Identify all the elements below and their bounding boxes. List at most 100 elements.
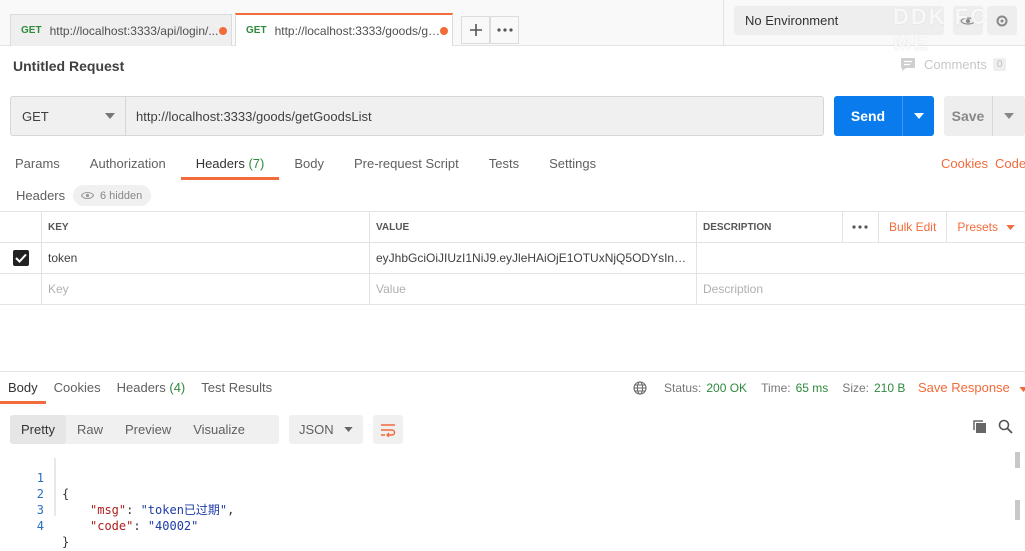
format-select[interactable]: JSON	[289, 415, 363, 444]
column-options-button[interactable]	[841, 212, 878, 242]
header-description-cell[interactable]	[696, 243, 1025, 273]
more-dots-icon	[852, 225, 869, 229]
table-row: token eyJhbGciOiJIUzI1NiJ9.eyJleHAiOjE1O…	[0, 243, 1025, 274]
format-label: JSON	[299, 422, 334, 437]
bulk-edit-button[interactable]: Bulk Edit	[877, 212, 946, 242]
request-tab-bar: GET http://localhost:3333/api/login/... …	[0, 0, 1025, 55]
globe-icon[interactable]	[633, 381, 647, 395]
header-key-cell[interactable]: token	[41, 243, 369, 273]
save-response-button[interactable]: Save Response	[918, 380, 1025, 395]
wrap-lines-button[interactable]	[373, 415, 403, 444]
view-pretty-button[interactable]: Pretty	[10, 415, 66, 444]
row-checkbox-cell	[0, 274, 41, 304]
comments-count-badge: 0	[992, 58, 1007, 71]
headers-section-label: Headers	[16, 188, 66, 203]
response-tab-cookies[interactable]: Cookies	[46, 376, 109, 404]
request-tab-goods[interactable]: GET http://localhost:3333/goods/get...	[235, 13, 453, 46]
response-divider[interactable]	[0, 371, 1025, 372]
response-tab-test-results[interactable]: Test Results	[193, 376, 280, 404]
json-key: "code"	[90, 519, 134, 533]
chevron-down-icon	[1004, 113, 1014, 119]
more-dots-icon	[496, 28, 513, 32]
response-body[interactable]: 1 { 2 "msg": "token已过期", 3 "code": "4000…	[0, 454, 1010, 549]
presets-button[interactable]: Presets	[946, 212, 1025, 242]
save-response-label: Save Response	[918, 380, 1010, 395]
tab-url: http://localhost:3333/api/login/...	[49, 23, 219, 38]
tab-prerequest-script[interactable]: Pre-request Script	[339, 150, 474, 180]
new-description-input[interactable]: Description	[696, 274, 1025, 304]
chevron-down-icon	[913, 113, 924, 119]
header-value-cell[interactable]: eyJhbGciOiJIUzI1NiJ9.eyJleHAiOjE1OTUxNjQ…	[369, 243, 696, 273]
response-meta: Status: 200 OK Time: 65 ms Size: 210 B	[633, 380, 919, 396]
checkmark-icon	[14, 253, 27, 263]
request-title[interactable]: Untitled Request	[13, 58, 124, 74]
header-select-column	[0, 212, 41, 242]
response-view-modes: Pretty Raw Preview Visualize	[10, 415, 279, 444]
new-value-input[interactable]: Value	[369, 274, 696, 304]
tab-settings[interactable]: Settings	[534, 150, 611, 180]
code-line: 3 "code": "40002"	[0, 486, 1010, 533]
search-response-button[interactable]	[998, 419, 1013, 437]
presets-label: Presets	[957, 220, 998, 234]
method-select[interactable]: GET	[11, 97, 126, 135]
save-button[interactable]: Save	[944, 96, 992, 136]
headers-table-header: KEY VALUE DESCRIPTION Bulk Edit Presets	[0, 212, 1025, 243]
tab-body[interactable]: Body	[279, 150, 339, 180]
row-checkbox-cell	[0, 243, 41, 273]
request-tab-login[interactable]: GET http://localhost:3333/api/login/...	[10, 14, 232, 46]
tab-divider	[723, 0, 724, 46]
code-link[interactable]: Code	[995, 156, 1025, 171]
request-section-tabs: Params Authorization Headers (7) Body Pr…	[0, 150, 611, 180]
tab-authorization[interactable]: Authorization	[75, 150, 181, 180]
save-options-button[interactable]	[992, 96, 1025, 136]
method-label: GET	[22, 108, 49, 124]
send-options-button[interactable]	[902, 96, 934, 136]
header-value: eyJhbGciOiJIUzI1NiJ9.eyJleHAiOjE1OTUxNjQ…	[376, 251, 694, 265]
tab-headers-label: Headers	[195, 156, 245, 171]
headers-table: KEY VALUE DESCRIPTION Bulk Edit Presets …	[0, 211, 1025, 305]
tab-params[interactable]: Params	[0, 150, 75, 180]
response-tab-headers[interactable]: Headers (4)	[109, 376, 194, 404]
tab-headers[interactable]: Headers (7)	[180, 150, 280, 180]
tab-tests[interactable]: Tests	[474, 150, 534, 180]
scrollbar-thumb[interactable]	[1015, 500, 1020, 520]
column-value: VALUE	[369, 212, 696, 242]
comments-button[interactable]: Comments 0	[900, 57, 1007, 72]
size-value[interactable]: 210 B	[874, 381, 905, 395]
scrollbar-thumb[interactable]	[1015, 452, 1020, 468]
plus-icon	[469, 24, 482, 36]
response-tab-headers-count: (4)	[169, 380, 186, 395]
tab-options-button[interactable]	[490, 16, 519, 44]
cookies-link[interactable]: Cookies	[941, 156, 988, 171]
tab-headers-count: (7)	[248, 156, 265, 171]
search-icon	[998, 419, 1013, 434]
unsaved-dot-icon	[440, 27, 448, 35]
url-input[interactable]	[126, 97, 823, 135]
tab-method: GET	[21, 25, 42, 36]
status-value[interactable]: 200 OK	[706, 381, 747, 395]
line-text: }	[62, 535, 70, 549]
copy-response-button[interactable]	[972, 419, 987, 437]
eye-icon	[81, 191, 94, 200]
size-label: Size:	[842, 381, 869, 395]
response-tab-headers-label: Headers	[116, 380, 166, 395]
new-key-input[interactable]: Key	[41, 274, 369, 304]
code-line: 2 "msg": "token已过期",	[0, 470, 1010, 517]
hidden-headers-toggle[interactable]: 6 hidden	[73, 185, 152, 206]
view-preview-button[interactable]: Preview	[114, 415, 182, 444]
table-row-new: Key Value Description	[0, 274, 1025, 305]
new-tab-button[interactable]	[461, 16, 490, 44]
time-value[interactable]: 65 ms	[796, 381, 829, 395]
environment-label: No Environment	[745, 13, 839, 28]
response-tab-body[interactable]: Body	[0, 376, 46, 404]
row-enabled-checkbox[interactable]	[12, 250, 29, 266]
view-raw-button[interactable]: Raw	[66, 415, 114, 444]
send-button[interactable]: Send	[834, 96, 902, 136]
header-key: token	[48, 251, 78, 265]
status-label: Status:	[664, 381, 702, 395]
time-label: Time:	[761, 381, 791, 395]
line-text: "code": "40002"	[90, 519, 199, 533]
chevron-down-icon	[344, 427, 353, 432]
watermark: DDK FC ME	[893, 4, 989, 55]
view-visualize-button[interactable]: Visualize	[182, 415, 256, 444]
